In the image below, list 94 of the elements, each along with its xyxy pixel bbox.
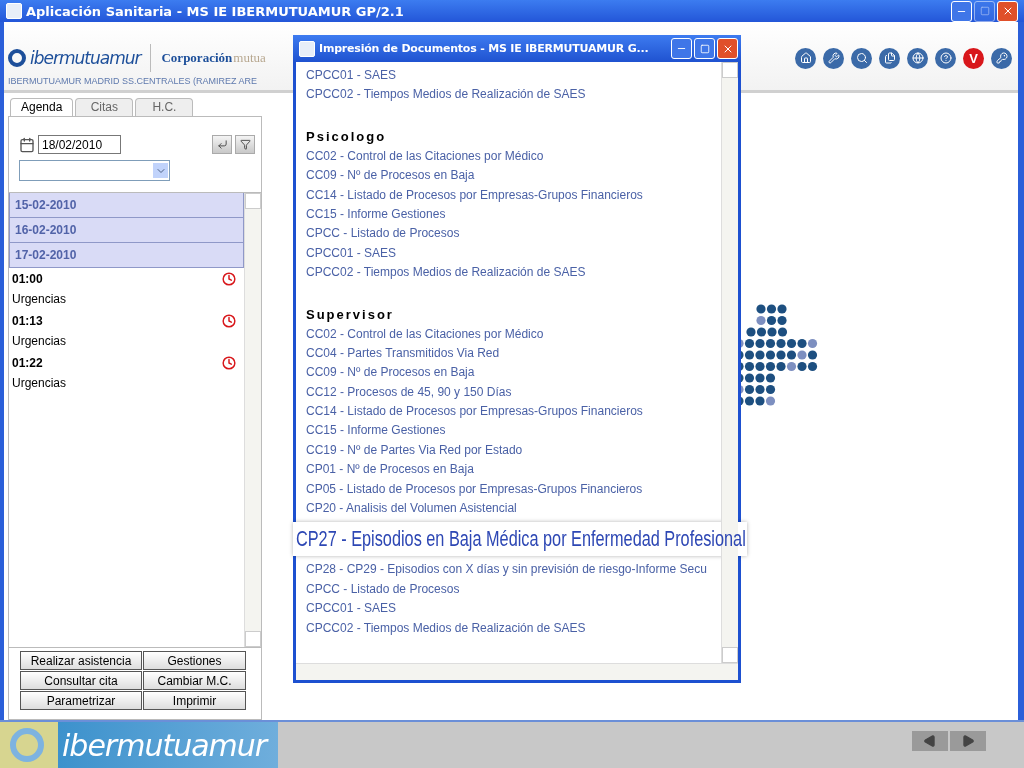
key-button[interactable] <box>991 47 1012 69</box>
action-button[interactable]: Imprimir <box>143 691 246 710</box>
home-icon <box>799 52 812 64</box>
right-triangle-icon <box>961 734 975 748</box>
scrollbar[interactable] <box>244 193 261 647</box>
appointment-time: 01:00 <box>12 271 43 286</box>
action-button[interactable]: Parametrizar <box>20 691 142 710</box>
action-button[interactable]: Realizar asistencia <box>20 651 142 670</box>
document-link[interactable]: CC14 - Listado de Procesos por Empresas-Grupos Financieros <box>306 185 721 205</box>
toolbar-button[interactable] <box>907 47 928 69</box>
enter-button[interactable] <box>212 135 232 154</box>
app-icon <box>299 40 315 57</box>
select-field[interactable] <box>19 160 170 181</box>
logo-icon <box>8 49 26 67</box>
action-button[interactable]: Gestiones <box>143 651 246 670</box>
maximize-icon <box>699 43 710 54</box>
toolbar-button[interactable] <box>823 47 844 69</box>
center-name: IBERMUTUAMUR MADRID SS.CENTRALES (RAMIREZ ARE <box>8 76 258 86</box>
document-link[interactable]: CC12 - Procesos de 45, 90 y 150 Días <box>306 382 721 403</box>
document-link[interactable]: CPCC01 - SAES <box>306 66 721 86</box>
footer-logo: ibermutuamur <box>62 727 267 763</box>
clock-icon <box>222 271 236 286</box>
partner-logo: Corporación <box>161 50 233 66</box>
document-link[interactable]: CPCC01 - SAES <box>306 243 721 264</box>
documents-icon <box>883 52 896 64</box>
minimize-button[interactable] <box>951 0 972 22</box>
left-triangle-icon <box>923 734 937 748</box>
maximize-button[interactable] <box>974 0 995 22</box>
document-link[interactable]: CC14 - Listado de Procesos por Empresas-Grupos Financieros <box>306 402 721 422</box>
document-link[interactable]: CPCC - Listado de Procesos <box>306 579 721 600</box>
document-link[interactable]: CC09 - Nº de Procesos en Baja <box>306 166 721 186</box>
date-row[interactable]: 15-02-2010 <box>9 193 244 218</box>
toolbar-button[interactable] <box>795 47 816 69</box>
appointment-type: Urgencias <box>11 333 68 350</box>
document-link[interactable]: CC19 - Nº de Partes Via Red por Estado <box>306 440 721 461</box>
document-link[interactable]: CPCC02 - Tiempos Medios de Realización de SAES <box>306 85 721 105</box>
date-row[interactable]: 17-02-2010 <box>9 243 244 268</box>
help-icon <box>939 52 952 64</box>
document-link[interactable]: CC15 - Informe Gestiones <box>306 204 721 225</box>
document-link[interactable]: CP01 - Nº de Procesos en Baja <box>306 460 721 480</box>
clock-icon <box>222 355 236 370</box>
action-button[interactable]: Consultar cita <box>20 671 142 690</box>
document-link[interactable]: CPCC02 - Tiempos Medios de Realización de SAES <box>306 263 721 283</box>
filter-button[interactable] <box>235 135 255 154</box>
globe-icon <box>911 52 924 64</box>
date-row[interactable]: 16-02-2010 <box>9 218 244 243</box>
document-link[interactable]: CC02 - Control de las Citaciones por Médico <box>306 324 721 344</box>
return-icon <box>216 139 228 150</box>
date-field[interactable]: 18/02/2010 <box>38 135 121 154</box>
document-link[interactable]: CP28 - CP29 - Episodios con X días y sin previsión de riesgo-Informe Secu <box>306 560 721 580</box>
close-button[interactable] <box>997 0 1018 22</box>
window-title: Aplicación Sanitaria - MS IE IBERMUTUAMUR GP/2.1 <box>26 3 404 19</box>
document-link[interactable]: CC02 - Control de las Citaciones por Médico <box>306 146 721 167</box>
document-link[interactable]: CP05 - Listado de Procesos por Empresas-Grupos Financieros <box>306 479 721 500</box>
action-button[interactable]: Cambiar M.C. <box>143 671 246 690</box>
appointment-type: Urgencias <box>11 375 68 392</box>
toolbar-button[interactable] <box>935 47 956 69</box>
dialog-title: Impresión de Documentos - MS IE IBERMUTUAMUR G... <box>319 42 649 55</box>
section-heading: Psicologo <box>306 128 388 144</box>
section-heading: Supervisor <box>306 306 395 322</box>
document-link[interactable]: CPCC02 - Tiempos Medios de Realización de SAES <box>306 618 721 638</box>
wrench-icon <box>827 52 840 64</box>
toolbar-button[interactable] <box>879 47 900 69</box>
document-link[interactable]: CC15 - Informe Gestiones <box>306 421 721 441</box>
clock-icon <box>222 313 236 328</box>
logo: ibermutuamur <box>30 48 141 68</box>
maximize-button[interactable] <box>694 38 715 59</box>
previous-button[interactable] <box>912 731 948 751</box>
tab[interactable]: Citas <box>75 98 134 116</box>
key-icon <box>995 52 1008 64</box>
document-link[interactable]: CP20 - Analisis del Volumen Asistencial <box>306 499 721 519</box>
search-icon <box>855 52 868 64</box>
tab[interactable]: H.C. <box>135 98 194 116</box>
document-link[interactable]: CP27 - Episodios en Baja Médica por Enfermedad Profesional <box>296 526 746 553</box>
document-link[interactable]: CPCC - Listado de Procesos <box>306 224 721 244</box>
minimize-button[interactable] <box>671 38 692 59</box>
toolbar-button[interactable]: V <box>963 47 984 69</box>
partner-logo-suffix: mutua <box>233 50 266 66</box>
maximize-icon <box>979 6 990 16</box>
appointment-type: Urgencias <box>11 291 68 308</box>
toolbar-button[interactable] <box>851 47 872 69</box>
next-button[interactable] <box>950 731 986 751</box>
document-link[interactable]: CC04 - Partes Transmitidos Via Red <box>306 343 721 364</box>
horizontal-scrollbar[interactable] <box>296 663 738 680</box>
close-button[interactable] <box>717 38 738 59</box>
logo-icon <box>10 728 44 762</box>
document-link[interactable]: CPCC01 - SAES <box>306 599 721 619</box>
appointment-time: 01:13 <box>12 313 43 328</box>
document-link[interactable]: CC09 - Nº de Procesos en Baja <box>306 363 721 383</box>
filter-icon <box>239 139 251 150</box>
appointment-time: 01:22 <box>12 355 43 370</box>
app-icon <box>6 3 22 19</box>
tab[interactable]: Agenda <box>10 98 74 116</box>
calendar-icon[interactable] <box>19 136 35 153</box>
